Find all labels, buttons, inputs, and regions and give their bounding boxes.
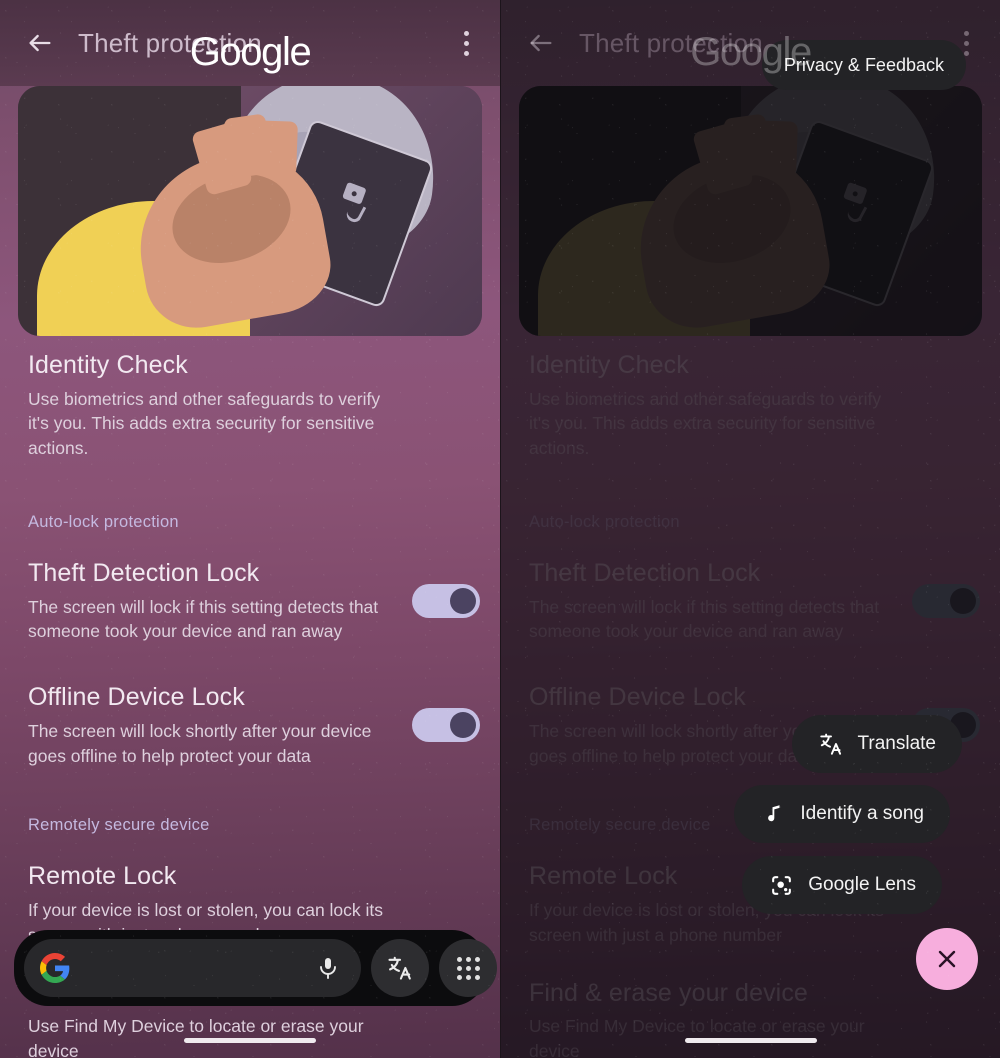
setting-description: The screen will lock shortly after your … bbox=[28, 720, 372, 766]
screenshot-left-panel: Identity Check Use biometrics and other … bbox=[0, 0, 500, 1058]
search-input[interactable] bbox=[80, 958, 301, 978]
setting-title: Theft Detection Lock bbox=[28, 559, 260, 588]
setting-title: Offline Device Lock bbox=[28, 683, 245, 712]
music-note-icon bbox=[760, 801, 786, 827]
close-button[interactable] bbox=[916, 928, 978, 990]
assistant-action-translate[interactable]: Translate bbox=[791, 715, 962, 773]
setting-title: Remote Lock bbox=[28, 862, 177, 891]
google-search-bar[interactable] bbox=[14, 930, 497, 1006]
google-lens-icon bbox=[768, 872, 794, 898]
home-indicator bbox=[684, 1038, 817, 1043]
apps-grid-button[interactable] bbox=[439, 939, 497, 997]
setting-title: Identity Check bbox=[28, 351, 188, 379]
assistant-action-label: Translate bbox=[857, 733, 937, 754]
microphone-icon[interactable] bbox=[311, 951, 345, 985]
assistant-action-identify-song[interactable]: Identify a song bbox=[734, 785, 950, 843]
back-arrow-icon[interactable] bbox=[12, 15, 68, 71]
google-wordmark: Google bbox=[690, 30, 812, 74]
section-label-auto-lock: Auto-lock protection bbox=[28, 513, 179, 532]
setting-theft-detection-lock[interactable]: Theft Detection Lock The screen will loc… bbox=[0, 558, 500, 644]
setting-description: The screen will lock if this setting det… bbox=[28, 596, 379, 642]
home-indicator bbox=[184, 1038, 316, 1043]
back-arrow-icon[interactable] bbox=[513, 15, 569, 71]
apps-grid-icon bbox=[456, 956, 480, 980]
dual-screenshot-stage: Identity Check Use biometrics and other … bbox=[0, 0, 1000, 1058]
translate-button[interactable] bbox=[371, 939, 429, 997]
search-box[interactable] bbox=[24, 939, 361, 997]
google-g-logo bbox=[40, 953, 70, 983]
setting-offline-device-lock[interactable]: Offline Device Lock The screen will lock… bbox=[0, 682, 500, 768]
overflow-menu-icon[interactable] bbox=[450, 22, 482, 64]
google-wordmark: Google bbox=[189, 30, 312, 74]
hero-illustration bbox=[18, 86, 482, 336]
toggle-offline-device-lock[interactable] bbox=[412, 708, 480, 743]
assistant-action-label: Identify a song bbox=[800, 803, 924, 824]
assistant-action-label: Google Lens bbox=[808, 874, 916, 895]
section-label-remotely-secure: Remotely secure device bbox=[28, 816, 210, 835]
assistant-action-google-lens[interactable]: Google Lens bbox=[742, 856, 942, 914]
translate-icon bbox=[818, 731, 844, 757]
setting-identity-check[interactable]: Identity Check Use biometrics and other … bbox=[0, 350, 500, 461]
screenshot-right-panel: Identity Check Use biometrics and other … bbox=[500, 0, 1000, 1058]
toggle-theft-detection-lock[interactable] bbox=[412, 584, 480, 619]
setting-description: Use biometrics and other safeguards to v… bbox=[28, 388, 381, 459]
setting-description: Use Find My Device to locate or erase yo… bbox=[28, 1016, 364, 1058]
